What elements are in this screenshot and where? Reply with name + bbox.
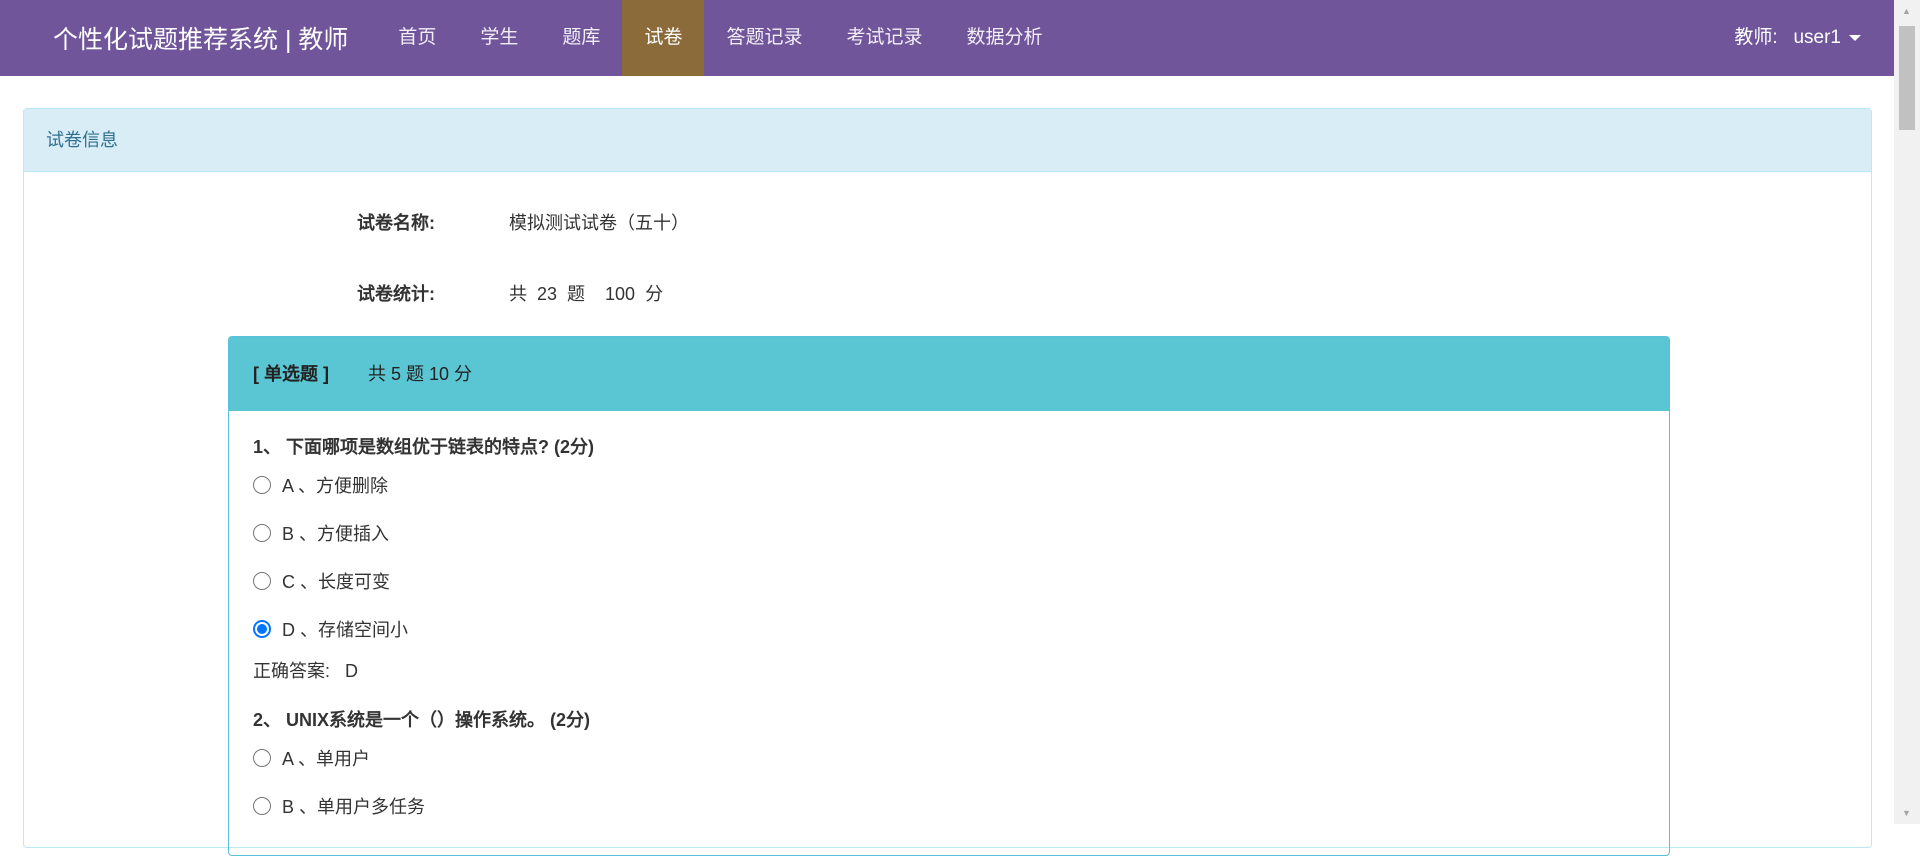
- nav-exam-records[interactable]: 考试记录: [824, 0, 944, 76]
- option-label: B 、单用户多任务: [282, 797, 426, 817]
- option[interactable]: D 、存储空间小: [253, 616, 408, 642]
- paper-stats-label: 试卷统计:: [357, 284, 435, 304]
- paper-stats-row: 试卷统计: 共 23 题 100 分: [357, 280, 663, 306]
- radio-button[interactable]: [253, 797, 271, 815]
- option-label: D 、存储空间小: [282, 620, 408, 640]
- nav-data-analysis[interactable]: 数据分析: [944, 0, 1064, 76]
- nav-papers[interactable]: 试卷: [622, 0, 705, 76]
- option-label: B 、方便插入: [282, 524, 390, 544]
- correct-answer: 正确答案: D: [253, 661, 359, 681]
- paper-info-panel: 试卷信息 试卷名称: 模拟测试试卷（五十） 试卷统计: 共 23 题 100 分…: [23, 108, 1872, 856]
- nav-home[interactable]: 首页: [376, 0, 458, 76]
- radio-button[interactable]: [253, 524, 271, 542]
- paper-name-label: 试卷名称:: [357, 213, 435, 233]
- option[interactable]: B 、方便插入: [253, 520, 389, 546]
- brand[interactable]: 个性化试题推荐系统 | 教师: [53, 20, 348, 56]
- radio-button-selected[interactable]: [253, 620, 271, 638]
- user-label: 教师: user1: [1734, 27, 1841, 48]
- question-title: 1、 下面哪项是数组优于链表的特点? (2分): [253, 437, 595, 457]
- single-choice-section: [ 单选题 ] 共 5 题 10 分 1、 下面哪项是数组优于链表的特点? (2…: [228, 336, 1670, 856]
- paper-name-value: 模拟测试试卷（五十）: [509, 213, 689, 233]
- option[interactable]: C 、长度可变: [253, 568, 390, 594]
- panel-title: 试卷信息: [24, 109, 1871, 172]
- caret-down-icon: [1849, 34, 1861, 41]
- top-navbar: 个性化试题推荐系统 | 教师 首页 学生 题库 试卷 答题记录 考试记录 数据分…: [0, 0, 1894, 76]
- paper-name-row: 试卷名称: 模拟测试试卷（五十）: [357, 209, 689, 235]
- nav-answer-records[interactable]: 答题记录: [704, 0, 824, 76]
- option[interactable]: B 、单用户多任务: [253, 793, 425, 819]
- nav-students[interactable]: 学生: [458, 0, 540, 76]
- section-type: [ 单选题 ]: [253, 364, 329, 384]
- option[interactable]: A 、单用户: [253, 745, 370, 771]
- option-label: A 、单用户: [282, 749, 371, 769]
- option-label: C 、长度可变: [282, 572, 390, 592]
- scroll-down-icon[interactable]: ▼: [1902, 808, 1911, 818]
- radio-button[interactable]: [253, 572, 271, 590]
- option[interactable]: A 、方便删除: [253, 472, 388, 498]
- option-label: A 、方便删除: [282, 476, 389, 496]
- radio-button[interactable]: [253, 476, 271, 494]
- section-header: [ 单选题 ] 共 5 题 10 分: [229, 337, 1669, 411]
- radio-button[interactable]: [253, 749, 271, 767]
- paper-stats-value: 共 23 题 100 分: [509, 284, 664, 304]
- section-summary: 共 5 题 10 分: [368, 364, 473, 384]
- user-menu[interactable]: 教师: user1: [1734, 0, 1861, 76]
- scroll-up-icon[interactable]: ▲: [1902, 6, 1911, 16]
- question-title: 2、 UNIX系统是一个（）操作系统。 (2分): [253, 710, 591, 730]
- scrollbar-thumb[interactable]: [1899, 26, 1915, 130]
- nav-question-bank[interactable]: 题库: [540, 0, 622, 76]
- scrollbar[interactable]: ▲ ▼: [1894, 0, 1920, 824]
